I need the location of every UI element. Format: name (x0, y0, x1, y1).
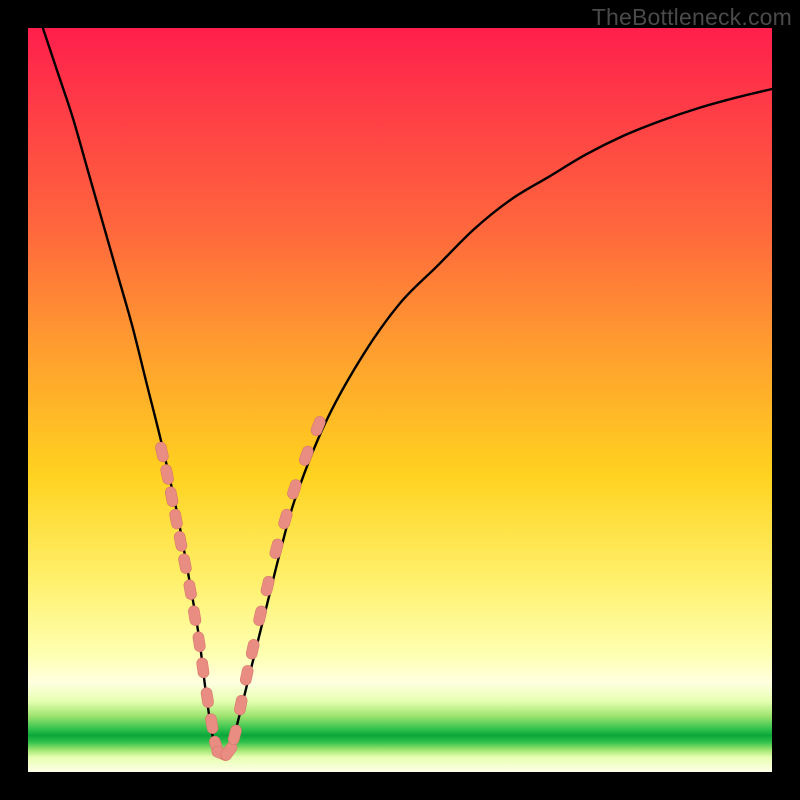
highlight-marker (286, 478, 303, 500)
highlight-marker (192, 631, 206, 652)
highlight-marker (160, 463, 175, 485)
highlight-marker (277, 508, 293, 530)
highlight-marker (205, 713, 219, 735)
highlight-marker (154, 441, 169, 463)
curve-svg (28, 28, 772, 772)
plot-area (28, 28, 772, 772)
highlight-marker (173, 530, 188, 552)
bottleneck-curve (43, 28, 772, 754)
highlight-marker (233, 694, 248, 716)
highlight-marker (252, 605, 267, 627)
chart-stage: TheBottleneck.com (0, 0, 800, 800)
highlight-marker (298, 445, 315, 468)
highlight-marker (169, 508, 184, 530)
highlight-marker (260, 575, 275, 597)
highlight-marker (178, 553, 193, 575)
highlight-marker (183, 579, 197, 601)
highlight-marker (245, 638, 260, 660)
highlight-marker (200, 687, 214, 708)
highlight-marker (309, 415, 327, 438)
highlight-marker (239, 664, 254, 686)
highlight-marker (188, 605, 202, 627)
highlighted-points-group (154, 415, 327, 763)
highlight-marker (164, 486, 179, 508)
highlight-marker (269, 538, 285, 560)
highlight-marker (196, 657, 210, 678)
highlight-marker (227, 724, 243, 746)
watermark-text: TheBottleneck.com (592, 4, 792, 31)
